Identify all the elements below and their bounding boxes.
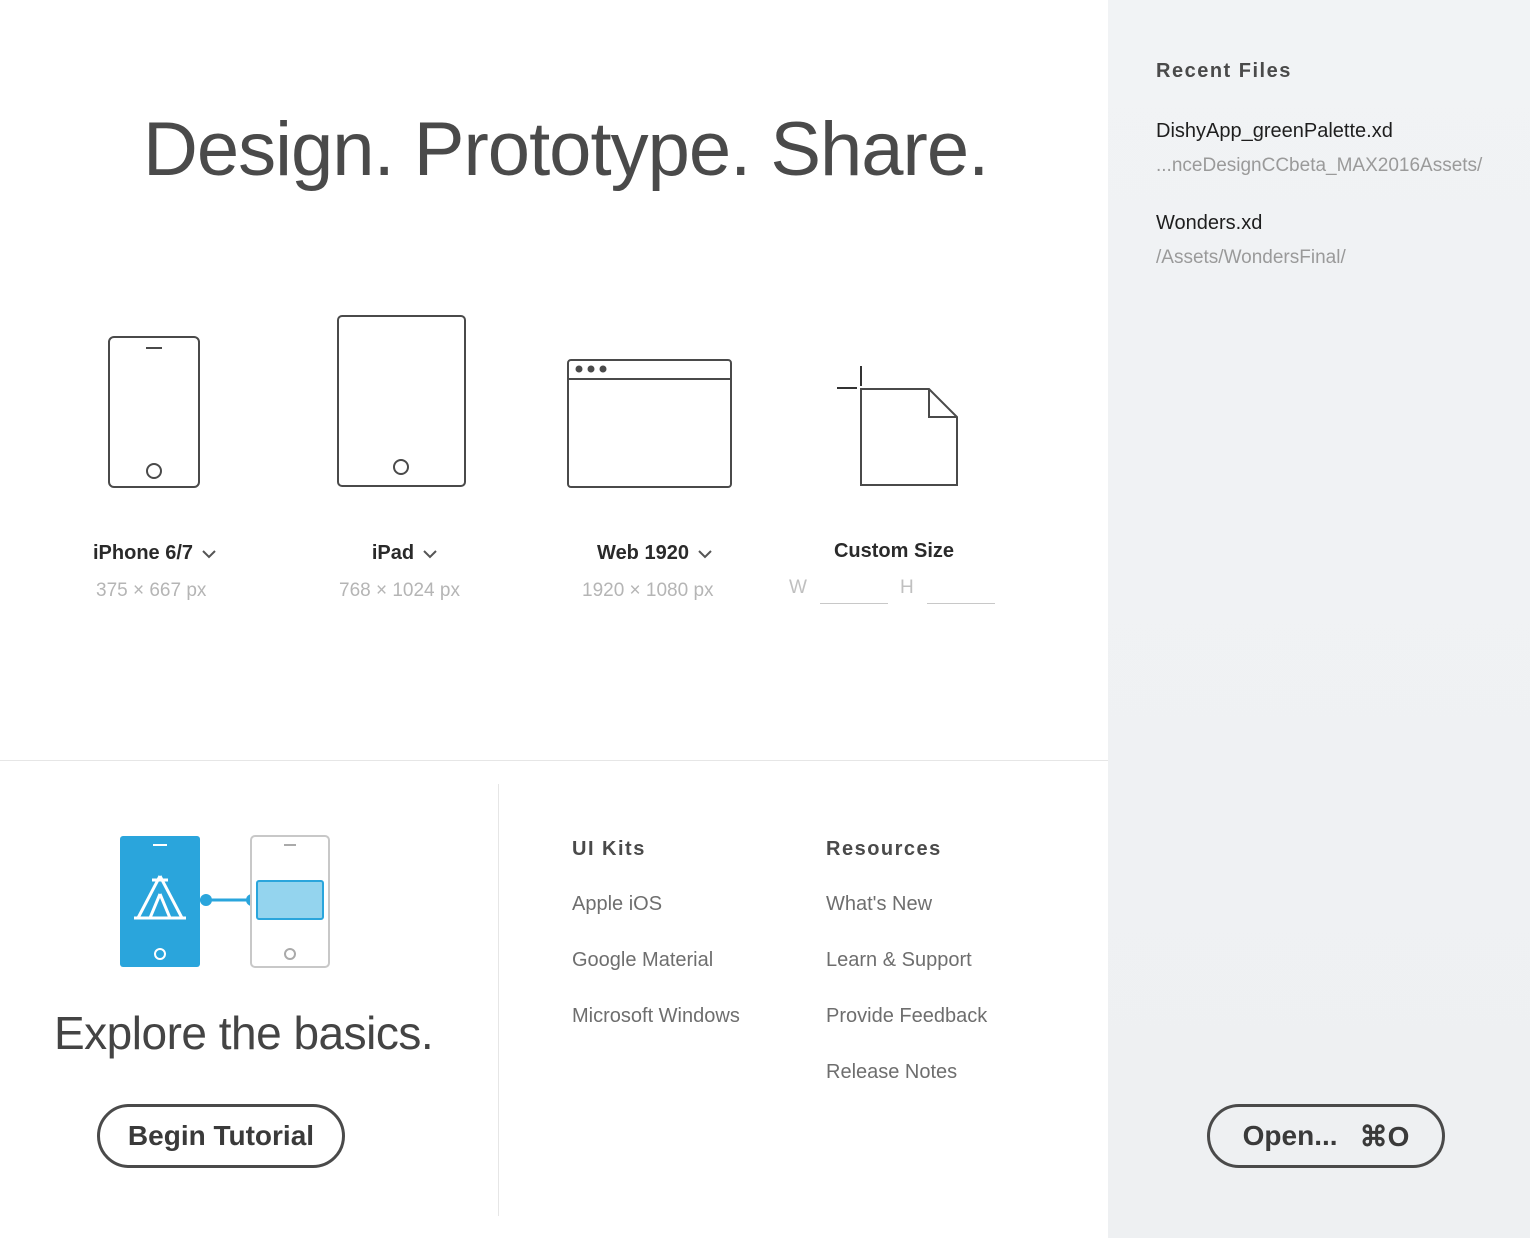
preset-iphone-dropdown[interactable]: iPhone 6/7 bbox=[90, 542, 220, 565]
preset-size: 375 × 667 px bbox=[96, 580, 207, 601]
resource-release-notes-link[interactable]: Release Notes bbox=[826, 1061, 957, 1084]
open-button-label: Open... bbox=[1242, 1120, 1338, 1151]
section-divider bbox=[0, 760, 1108, 761]
height-label: H bbox=[900, 577, 914, 598]
column-divider bbox=[498, 784, 499, 1216]
chevron-down-icon bbox=[202, 549, 216, 558]
ui-kits-heading: UI Kits bbox=[572, 838, 646, 860]
new-document-icon[interactable] bbox=[837, 364, 961, 492]
open-shortcut-label: ⌘O bbox=[1359, 1120, 1410, 1152]
resource-learn-support-link[interactable]: Learn & Support bbox=[826, 949, 972, 972]
chevron-down-icon bbox=[698, 549, 712, 558]
preset-custom: Custom Size W H bbox=[785, 360, 1005, 610]
preset-web-dropdown[interactable]: Web 1920 bbox=[560, 542, 750, 565]
recent-files-heading: Recent Files bbox=[1156, 60, 1292, 82]
recent-file-path: ...nceDesignCCbeta_MAX2016Assets/ bbox=[1156, 155, 1483, 176]
custom-size-title: Custom Size bbox=[785, 540, 1003, 563]
browser-window-icon bbox=[567, 359, 732, 488]
open-file-button[interactable]: Open... ⌘O bbox=[1207, 1104, 1445, 1168]
tablet-icon bbox=[337, 315, 466, 487]
recent-file-item[interactable]: DishyApp_greenPalette.xd ...nceDesignCCb… bbox=[1156, 120, 1482, 177]
recent-file-path: /Assets/WondersFinal/ bbox=[1156, 247, 1346, 268]
tutorial-illustration-icon bbox=[120, 835, 330, 968]
recent-file-item[interactable]: Wonders.xd /Assets/WondersFinal/ bbox=[1156, 212, 1346, 269]
preset-name: Web 1920 bbox=[597, 542, 689, 564]
begin-tutorial-button[interactable]: Begin Tutorial bbox=[97, 1104, 345, 1168]
tutorial-heading: Explore the basics. bbox=[54, 1007, 434, 1059]
preset-name: iPad bbox=[371, 542, 415, 564]
ui-kit-google-material-link[interactable]: Google Material bbox=[572, 949, 713, 972]
preset-size: 1920 × 1080 px bbox=[582, 580, 714, 601]
resource-provide-feedback-link[interactable]: Provide Feedback bbox=[826, 1005, 987, 1028]
width-label: W bbox=[789, 577, 807, 598]
preset-name: iPhone 6/7 bbox=[92, 542, 194, 564]
recent-file-name: DishyApp_greenPalette.xd bbox=[1156, 120, 1393, 142]
page-title: Design. Prototype. Share. bbox=[143, 107, 989, 192]
height-input[interactable] bbox=[927, 578, 995, 604]
resources-heading: Resources bbox=[826, 838, 942, 860]
phone-icon bbox=[108, 336, 200, 488]
preset-size: 768 × 1024 px bbox=[339, 580, 460, 601]
preset-iphone[interactable]: iPhone 6/7 375 × 667 px bbox=[90, 330, 220, 610]
main-panel: Design. Prototype. Share. iPhone 6/7 375… bbox=[0, 0, 1108, 1238]
chevron-down-icon bbox=[423, 549, 437, 558]
recent-files-sidebar: Recent Files DishyApp_greenPalette.xd ..… bbox=[1108, 0, 1530, 1238]
preset-ipad[interactable]: iPad 768 × 1024 px bbox=[330, 310, 480, 610]
ui-kit-microsoft-windows-link[interactable]: Microsoft Windows bbox=[572, 1005, 740, 1028]
resource-whats-new-link[interactable]: What's New bbox=[826, 893, 932, 916]
custom-size-label: Custom Size bbox=[833, 540, 955, 562]
preset-ipad-dropdown[interactable]: iPad bbox=[330, 542, 480, 565]
width-input[interactable] bbox=[820, 578, 888, 604]
preset-web[interactable]: Web 1920 1920 × 1080 px bbox=[560, 355, 740, 610]
recent-file-name: Wonders.xd bbox=[1156, 212, 1263, 234]
start-screen: Design. Prototype. Share. iPhone 6/7 375… bbox=[0, 0, 1530, 1238]
ui-kit-apple-ios-link[interactable]: Apple iOS bbox=[572, 893, 662, 916]
